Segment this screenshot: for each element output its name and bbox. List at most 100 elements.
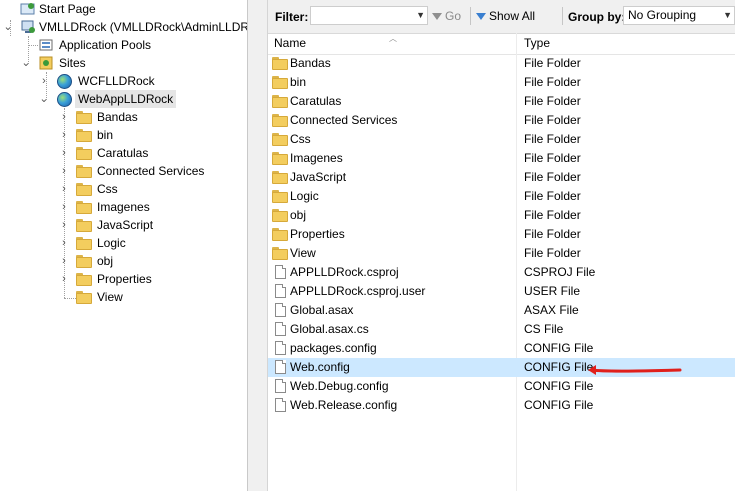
expand-icon[interactable]: › <box>58 234 70 252</box>
column-header-name[interactable]: Name <box>274 36 306 50</box>
list-row[interactable]: Bandas File Folder <box>268 54 735 73</box>
list-row[interactable]: APPLLDRock.csproj CSPROJ File <box>268 263 735 282</box>
expand-icon[interactable]: › <box>58 144 70 162</box>
row-name: Css <box>290 132 311 146</box>
tree-item-folder[interactable]: › Imagenes <box>0 198 153 216</box>
list-row[interactable]: Global.asax.cs CS File <box>268 320 735 339</box>
chevron-down-icon[interactable]: ▼ <box>416 7 425 24</box>
tree-label: Sites <box>59 56 86 70</box>
red-annotation-arrow <box>588 365 682 375</box>
folder-icon <box>76 165 92 178</box>
expand-icon[interactable]: › <box>58 216 70 234</box>
collapse-icon[interactable]: ⌄ <box>38 90 50 108</box>
tree-label: Css <box>97 182 118 196</box>
tree-item-folder[interactable]: › Css <box>0 180 121 198</box>
collapse-icon[interactable]: ⌄ <box>20 54 32 72</box>
collapse-icon[interactable]: ⌄ <box>2 18 14 36</box>
row-type: CONFIG File <box>524 398 594 412</box>
tree-item-site-wcf[interactable]: › WCFLLDRock <box>0 72 158 90</box>
expand-icon[interactable]: › <box>58 126 70 144</box>
row-type: File Folder <box>524 132 581 146</box>
tree-item-folder[interactable]: › Logic <box>0 234 129 252</box>
expand-icon[interactable]: › <box>58 252 70 270</box>
file-icon <box>275 303 286 317</box>
tree-item-sites[interactable]: ⌄ Sites <box>0 54 89 72</box>
list-row[interactable]: Css File Folder <box>268 130 735 149</box>
tree-item-folder[interactable]: › Connected Services <box>0 162 207 180</box>
tree-item-application-pools[interactable]: Application Pools <box>0 36 154 54</box>
row-name: Bandas <box>290 56 331 70</box>
row-name: bin <box>290 75 307 89</box>
expand-icon[interactable]: › <box>58 180 70 198</box>
chevron-down-icon[interactable]: ▼ <box>723 7 732 24</box>
expand-icon[interactable]: › <box>38 72 50 90</box>
folder-icon <box>76 255 92 268</box>
column-header-type[interactable]: Type <box>524 36 550 50</box>
filter-label: Filter: <box>275 10 309 24</box>
list-row[interactable]: Caratulas File Folder <box>268 92 735 111</box>
list-row[interactable]: obj File Folder <box>268 206 735 225</box>
tree-item-folder[interactable]: › obj <box>0 252 116 270</box>
toolbar-divider <box>562 7 563 25</box>
list-row[interactable]: Web.Debug.config CONFIG File <box>268 377 735 396</box>
show-all-button[interactable]: Show All <box>476 9 535 23</box>
list-row[interactable]: APPLLDRock.csproj.user USER File <box>268 282 735 301</box>
list-row[interactable]: Logic File Folder <box>268 187 735 206</box>
folder-icon <box>272 247 288 260</box>
list-row[interactable]: packages.config CONFIG File <box>268 339 735 358</box>
tree-item-folder[interactable]: › Bandas <box>0 108 141 126</box>
row-name: Web.config <box>290 360 350 374</box>
row-name: APPLLDRock.csproj.user <box>290 284 426 298</box>
row-name: Web.Debug.config <box>290 379 389 393</box>
tree-label: Logic <box>97 236 126 250</box>
list-row[interactable]: Properties File Folder <box>268 225 735 244</box>
pane-splitter[interactable] <box>248 0 268 491</box>
folder-icon <box>272 190 288 203</box>
go-button[interactable]: Go <box>432 9 461 23</box>
file-icon <box>275 322 286 336</box>
folder-icon <box>76 129 92 142</box>
row-name: Global.asax <box>290 303 354 317</box>
tree-item-folder[interactable]: › Properties <box>0 270 155 288</box>
group-by-label: Group by: <box>568 10 626 24</box>
list-row[interactable]: Imagenes File Folder <box>268 149 735 168</box>
row-name: JavaScript <box>290 170 347 184</box>
tree-item-site-webapp[interactable]: ⌄ WebAppLLDRock <box>0 90 177 108</box>
row-type: USER File <box>524 284 581 298</box>
filter-input[interactable]: ▼ <box>310 6 428 25</box>
tree-label: WebAppLLDRock <box>75 90 177 108</box>
folder-icon <box>76 237 92 250</box>
list-row[interactable]: View File Folder <box>268 244 735 263</box>
expand-icon[interactable]: › <box>58 270 70 288</box>
list-row[interactable]: Web.Release.config CONFIG File <box>268 396 735 415</box>
row-type: File Folder <box>524 227 581 241</box>
tree-item-start-page[interactable]: Start Page <box>0 0 99 18</box>
tree-item-folder[interactable]: › JavaScript <box>0 216 156 234</box>
row-name: Properties <box>290 227 345 241</box>
funnel-icon <box>432 13 442 21</box>
row-type: File Folder <box>524 113 581 127</box>
list-row[interactable]: JavaScript File Folder <box>268 168 735 187</box>
folder-icon <box>76 111 92 124</box>
folder-icon <box>272 76 288 89</box>
tree-label: Imagenes <box>97 200 150 214</box>
row-type: File Folder <box>524 75 581 89</box>
group-by-select[interactable]: No Grouping ▼ <box>623 6 735 25</box>
group-by-value: No Grouping <box>628 8 697 22</box>
list-row[interactable]: Connected Services File Folder <box>268 111 735 130</box>
tree-item-folder[interactable]: › bin <box>0 126 116 144</box>
row-name: Logic <box>290 189 319 203</box>
list-header: ︿ Name Type <box>268 33 735 55</box>
tree-item-server[interactable]: ⌄ VMLLDRock (VMLLDRock\AdminLLDRock) <box>0 18 247 36</box>
folder-icon <box>272 95 288 108</box>
expand-icon[interactable]: › <box>58 108 70 126</box>
expand-icon[interactable]: › <box>58 198 70 216</box>
folder-icon <box>272 114 288 127</box>
expand-icon[interactable]: › <box>58 162 70 180</box>
list-row[interactable]: Global.asax ASAX File <box>268 301 735 320</box>
list-row[interactable]: bin File Folder <box>268 73 735 92</box>
connections-tree: Start Page ⌄ VMLLDRock (VMLLDRock\AdminL… <box>0 0 248 491</box>
folder-icon <box>76 273 92 286</box>
tree-item-folder[interactable]: › Caratulas <box>0 144 151 162</box>
tree-item-folder[interactable]: View <box>0 288 126 306</box>
